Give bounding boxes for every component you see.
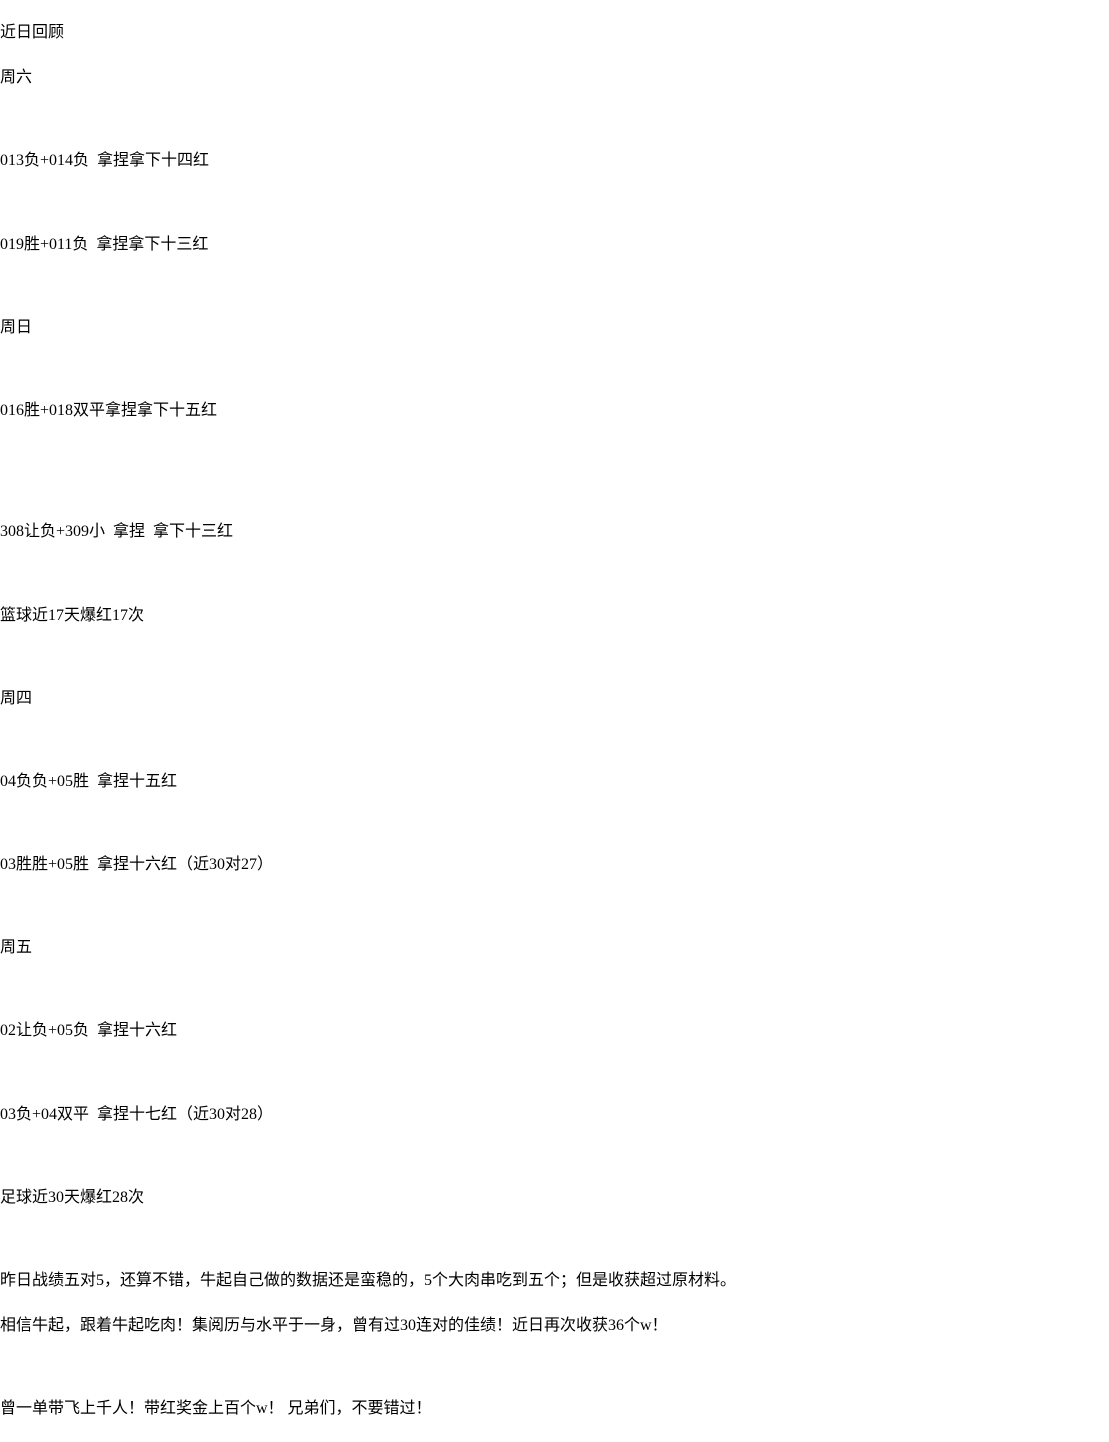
blank-line bbox=[0, 816, 1109, 832]
text-line: 02让负+05负 拿捏十六红 bbox=[0, 1020, 1109, 1042]
text-line: 019胜+011负 拿捏拿下十三红 bbox=[0, 234, 1109, 256]
blank-line bbox=[0, 483, 1109, 499]
blank-line bbox=[0, 1360, 1109, 1376]
blank-line bbox=[0, 112, 1109, 128]
text-line: 篮球近17天爆红17次 bbox=[0, 605, 1109, 627]
text-line: 周四 bbox=[0, 688, 1109, 710]
text-line: 周五 bbox=[0, 937, 1109, 959]
text-line: 周日 bbox=[0, 317, 1109, 339]
blank-line bbox=[0, 899, 1109, 915]
text-line: 周六 bbox=[0, 67, 1109, 89]
text-line: 013负+014负 拿捏拿下十四红 bbox=[0, 150, 1109, 172]
text-line: 016胜+018双平拿捏拿下十五红 bbox=[0, 400, 1109, 422]
blank-line bbox=[0, 361, 1109, 377]
blank-line bbox=[0, 1232, 1109, 1248]
blank-line bbox=[0, 733, 1109, 749]
document-body: 近日回顾 周六 013负+014负 拿捏拿下十四红 019胜+011负 拿捏拿下… bbox=[0, 0, 1109, 1442]
blank-line bbox=[0, 649, 1109, 665]
blank-line bbox=[0, 566, 1109, 582]
text-line: 近日回顾 bbox=[0, 22, 1109, 44]
blank-line bbox=[0, 982, 1109, 998]
text-line: 308让负+309小 拿捏 拿下十三红 bbox=[0, 521, 1109, 543]
text-line: 相信牛起，跟着牛起吃肉！集阅历与水平于一身，曾有过30连对的佳绩！近日再次收获3… bbox=[0, 1315, 1109, 1337]
blank-line bbox=[0, 1065, 1109, 1081]
text-line: 昨日战绩五对5，还算不错，牛起自己做的数据还是蛮稳的，5个大肉串吃到五个；但是收… bbox=[0, 1270, 1109, 1292]
blank-line bbox=[0, 278, 1109, 294]
blank-line bbox=[0, 445, 1109, 461]
text-line: 03胜胜+05胜 拿捏十六红（近30对27） bbox=[0, 854, 1109, 876]
text-line: 曾一单带飞上千人！带红奖金上百个w！ 兄弟们，不要错过！ bbox=[0, 1398, 1109, 1420]
blank-line bbox=[0, 195, 1109, 211]
blank-line bbox=[0, 1148, 1109, 1164]
text-line: 03负+04双平 拿捏十七红（近30对28） bbox=[0, 1104, 1109, 1126]
text-line: 足球近30天爆红28次 bbox=[0, 1187, 1109, 1209]
text-line: 04负负+05胜 拿捏十五红 bbox=[0, 771, 1109, 793]
